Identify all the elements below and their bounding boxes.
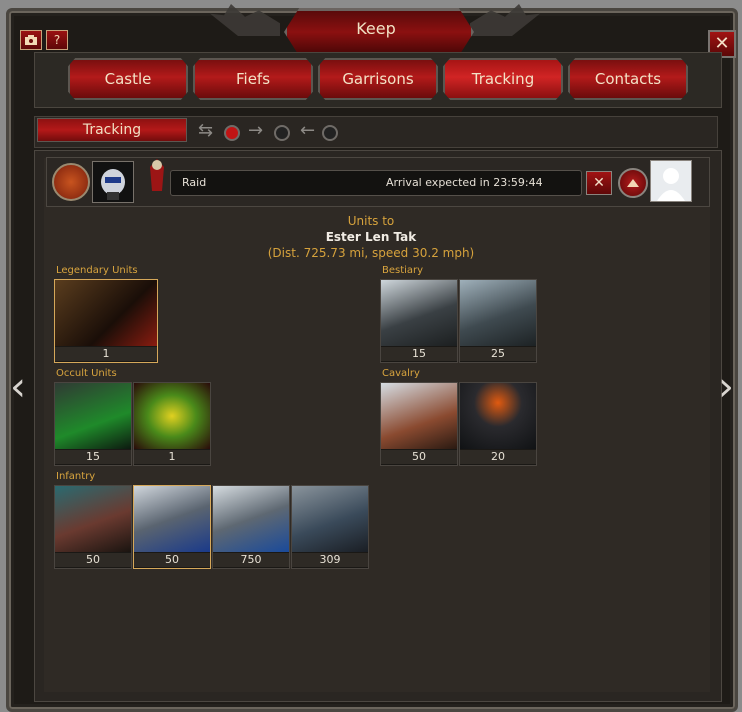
- knight-helmet-icon: [101, 169, 125, 200]
- unit-count: 15: [381, 347, 457, 361]
- default-user-icon: [657, 168, 685, 201]
- help-button[interactable]: ?: [46, 30, 68, 50]
- unit-infantry-2[interactable]: 50: [133, 485, 211, 569]
- unit-count: 750: [213, 553, 289, 567]
- unit-infantry-4[interactable]: 309: [291, 485, 369, 569]
- unit-portrait: [134, 486, 210, 552]
- unit-count: 50: [134, 553, 210, 567]
- category-cavalry: Cavalry: [382, 368, 420, 379]
- collapse-button[interactable]: [618, 168, 648, 198]
- filter-incoming-radio[interactable]: [322, 125, 338, 141]
- filter-all-radio[interactable]: [224, 125, 240, 141]
- category-infantry: Infantry: [56, 471, 96, 482]
- tab-tracking[interactable]: Tracking: [443, 58, 563, 100]
- arrival-time: Arrival expected in 23:59:44: [386, 176, 543, 189]
- outgoing-arrow-icon: →: [248, 120, 264, 141]
- unit-portrait: [460, 280, 536, 346]
- unit-bestiary-1[interactable]: 15: [380, 279, 458, 363]
- cancel-movement-button[interactable]: ✕: [586, 171, 612, 195]
- unit-infantry-1[interactable]: 50: [54, 485, 132, 569]
- unit-portrait: [55, 383, 131, 449]
- tab-contacts[interactable]: Contacts: [568, 58, 688, 100]
- filter-outgoing-radio[interactable]: [274, 125, 290, 141]
- prev-page-arrow[interactable]: ‹: [10, 365, 34, 409]
- distance-speed: (Dist. 725.73 mi, speed 30.2 mph): [267, 246, 475, 260]
- unit-cavalry-2[interactable]: 20: [459, 382, 537, 466]
- player-avatar[interactable]: [92, 161, 134, 203]
- unit-portrait: [213, 486, 289, 552]
- raid-unit-icon: [142, 157, 172, 193]
- unit-portrait: [55, 280, 157, 346]
- tab-castle[interactable]: Castle: [68, 58, 188, 100]
- unit-count: 20: [460, 450, 536, 464]
- all-directions-icon: ⇆: [198, 120, 214, 141]
- tab-fiefs[interactable]: Fiefs: [193, 58, 313, 100]
- unit-count: 1: [55, 347, 157, 361]
- category-bestiary: Bestiary: [382, 265, 424, 276]
- unit-occult-2[interactable]: 1: [133, 382, 211, 466]
- subtab-tracking[interactable]: Tracking: [37, 118, 187, 142]
- target-avatar[interactable]: [650, 160, 692, 202]
- category-legendary: Legendary Units: [56, 265, 138, 276]
- chevron-up-icon: [627, 179, 639, 187]
- unit-infantry-3[interactable]: 750: [212, 485, 290, 569]
- unit-portrait: [460, 383, 536, 449]
- unit-portrait: [134, 383, 210, 449]
- tab-garrisons[interactable]: Garrisons: [318, 58, 438, 100]
- unit-count: 50: [381, 450, 457, 464]
- unit-count: 50: [55, 553, 131, 567]
- unit-count: 15: [55, 450, 131, 464]
- camera-icon: [25, 35, 37, 45]
- unit-count: 25: [460, 347, 536, 361]
- movement-type: Raid: [182, 176, 207, 189]
- target-name: Ester Len Tak: [325, 230, 417, 244]
- unit-portrait: [381, 280, 457, 346]
- window-title: Keep: [356, 19, 396, 38]
- next-page-arrow[interactable]: ›: [718, 365, 742, 409]
- unit-portrait: [381, 383, 457, 449]
- incoming-arrow-icon: ←: [300, 120, 316, 141]
- unit-count: 309: [292, 553, 368, 567]
- unit-bestiary-2[interactable]: 25: [459, 279, 537, 363]
- unit-cavalry-1[interactable]: 50: [380, 382, 458, 466]
- lord-emblem-icon: [52, 163, 90, 201]
- category-occult: Occult Units: [56, 368, 117, 379]
- unit-portrait: [55, 486, 131, 552]
- unit-portrait: [292, 486, 368, 552]
- unit-occult-1[interactable]: 15: [54, 382, 132, 466]
- unit-legendary-1[interactable]: 1: [54, 279, 158, 363]
- units-to-heading: Units to: [347, 214, 395, 228]
- unit-count: 1: [134, 450, 210, 464]
- screenshot-button[interactable]: [20, 30, 42, 50]
